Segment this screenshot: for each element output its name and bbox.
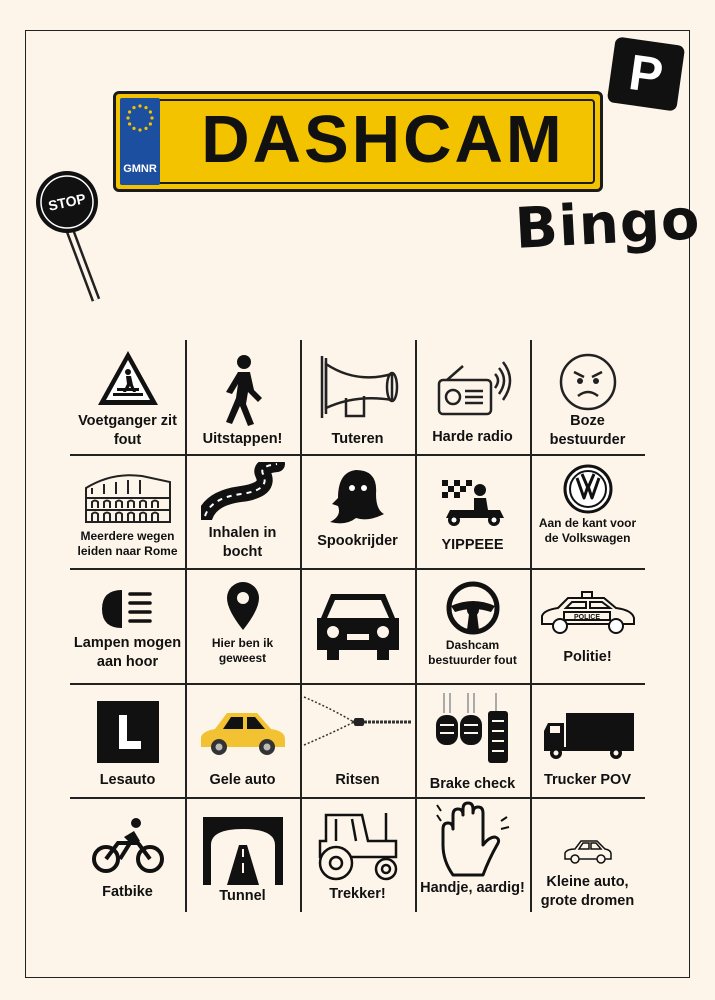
tractor-icon: [318, 813, 397, 881]
cell-label: Voetganger zit fout: [78, 413, 177, 448]
bingo-cell[interactable]: Dashcam bestuurder fout: [415, 568, 530, 682]
bingo-cell[interactable]: Aan de kant voor de Volkswagen: [530, 454, 645, 568]
colosseum-icon: [84, 474, 171, 523]
bingo-cell[interactable]: Boze bestuurder: [530, 340, 645, 454]
cell-label: Tuteren: [331, 431, 384, 447]
bingo-cell[interactable]: Tuteren: [300, 340, 415, 454]
yellow-car-icon: [200, 713, 285, 755]
cell-label: Lesauto: [99, 772, 156, 788]
bingo-cell[interactable]: Trekker!: [300, 797, 415, 911]
eu-stars-icon: [126, 104, 154, 132]
bingo-cell[interactable]: Voetganger zit fout: [70, 340, 185, 454]
bingo-cell[interactable]: Ritsen: [300, 683, 415, 797]
cell-label: Brake check: [429, 776, 516, 792]
cell-label: Handje, aardig!: [420, 880, 525, 896]
tunnel-icon: [202, 817, 283, 885]
cell-label: Dashcam bestuurder fout: [428, 638, 517, 667]
stop-sign-icon: STOP: [36, 171, 101, 302]
bingo-cell[interactable]: Gele auto: [185, 683, 300, 797]
cell-label: Boze bestuurder: [549, 413, 626, 448]
bingo-cell[interactable]: Brake check: [415, 683, 530, 797]
bingo-cell[interactable]: POLICE Politie!: [530, 568, 645, 682]
cell-label: Trekker!: [329, 886, 386, 902]
angry-face-icon: [559, 353, 616, 411]
bingo-cell[interactable]: Inhalen in bocht: [185, 454, 300, 568]
small-car-icon: [563, 840, 612, 864]
bingo-cell[interactable]: Hier ben ik geweest: [185, 568, 300, 682]
map-pin-icon: [226, 582, 259, 630]
cell-label: Trucker POV: [543, 772, 632, 788]
cell-label: Tunnel: [219, 888, 266, 904]
cell-label: Gele auto: [209, 772, 276, 788]
zipper-icon: [303, 696, 412, 746]
plate-country-code: GMNR: [123, 163, 157, 175]
cell-label: Aan de kant voor de Volkswagen: [538, 516, 637, 545]
svg-text:POLICE: POLICE: [573, 614, 599, 621]
pedestrian-crossing-sign-icon: [97, 351, 158, 405]
car-pedals-icon: [435, 693, 508, 763]
bingo-cell[interactable]: Trucker POV: [530, 683, 645, 797]
bingo-cell[interactable]: Kleine auto, grote dromen: [530, 797, 645, 911]
volkswagen-logo-icon: [563, 464, 612, 514]
parking-badge: P: [606, 36, 686, 112]
bingo-cell[interactable]: Spookrijder: [300, 454, 415, 568]
race-kart-icon: [441, 480, 504, 526]
cell-label: Harde radio: [432, 429, 513, 445]
police-car-icon: POLICE: [540, 591, 635, 634]
cell-label: Lampen mogen aan hoor: [73, 635, 182, 670]
car-front-icon: [316, 594, 399, 660]
learner-l-sign-icon: [96, 701, 159, 763]
cell-label: Fatbike: [102, 884, 153, 900]
bingo-cell[interactable]: Meerdere wegen leiden naar Rome: [70, 454, 185, 568]
license-plate-title: GMNR DASHCAM: [113, 91, 603, 192]
ghost-icon: [329, 470, 384, 524]
bingo-cell[interactable]: Uitstappen!: [185, 340, 300, 454]
headlight-icon: [101, 590, 152, 628]
parking-letter: P: [625, 43, 667, 105]
radio-icon: [437, 361, 511, 416]
waving-hand-icon: [435, 801, 509, 877]
cell-label: Spookrijder: [317, 533, 398, 549]
bingo-cell[interactable]: [300, 568, 415, 682]
cell-label: Ritsen: [335, 772, 380, 788]
truck-icon: [543, 713, 634, 759]
curved-road-icon: [200, 462, 285, 520]
eu-band: GMNR: [120, 98, 160, 185]
cell-label: Uitstappen!: [202, 431, 283, 447]
bingo-cell[interactable]: Lampen mogen aan hoor: [70, 568, 185, 682]
page-title: DASHCAM: [201, 102, 565, 177]
cell-label: YIPPEEE: [441, 537, 504, 553]
cyclist-icon: [91, 818, 164, 873]
cell-label: Kleine auto, grote dromen: [540, 874, 635, 909]
bingo-grid: Voetganger zit fout Uitstappen! Tuteren …: [70, 340, 645, 912]
bingo-cell[interactable]: Tunnel: [185, 797, 300, 911]
cell-label: Meerdere wegen leiden naar Rome: [77, 529, 178, 558]
cell-label: Inhalen in bocht: [208, 525, 277, 560]
page-subtitle: Bingo: [513, 187, 702, 262]
bingo-cell[interactable]: Harde radio: [415, 340, 530, 454]
bingo-cell[interactable]: Handje, aardig!: [415, 797, 530, 911]
bingo-cell[interactable]: YIPPEEE: [415, 454, 530, 568]
horn-icon: [320, 356, 398, 418]
cell-label: Hier ben ik geweest: [211, 636, 274, 665]
steering-wheel-icon: [446, 581, 499, 635]
bingo-cell[interactable]: Lesauto: [70, 683, 185, 797]
cell-label: Politie!: [563, 649, 612, 665]
walking-person-icon: [225, 355, 262, 426]
bingo-cell[interactable]: Fatbike: [70, 797, 185, 911]
